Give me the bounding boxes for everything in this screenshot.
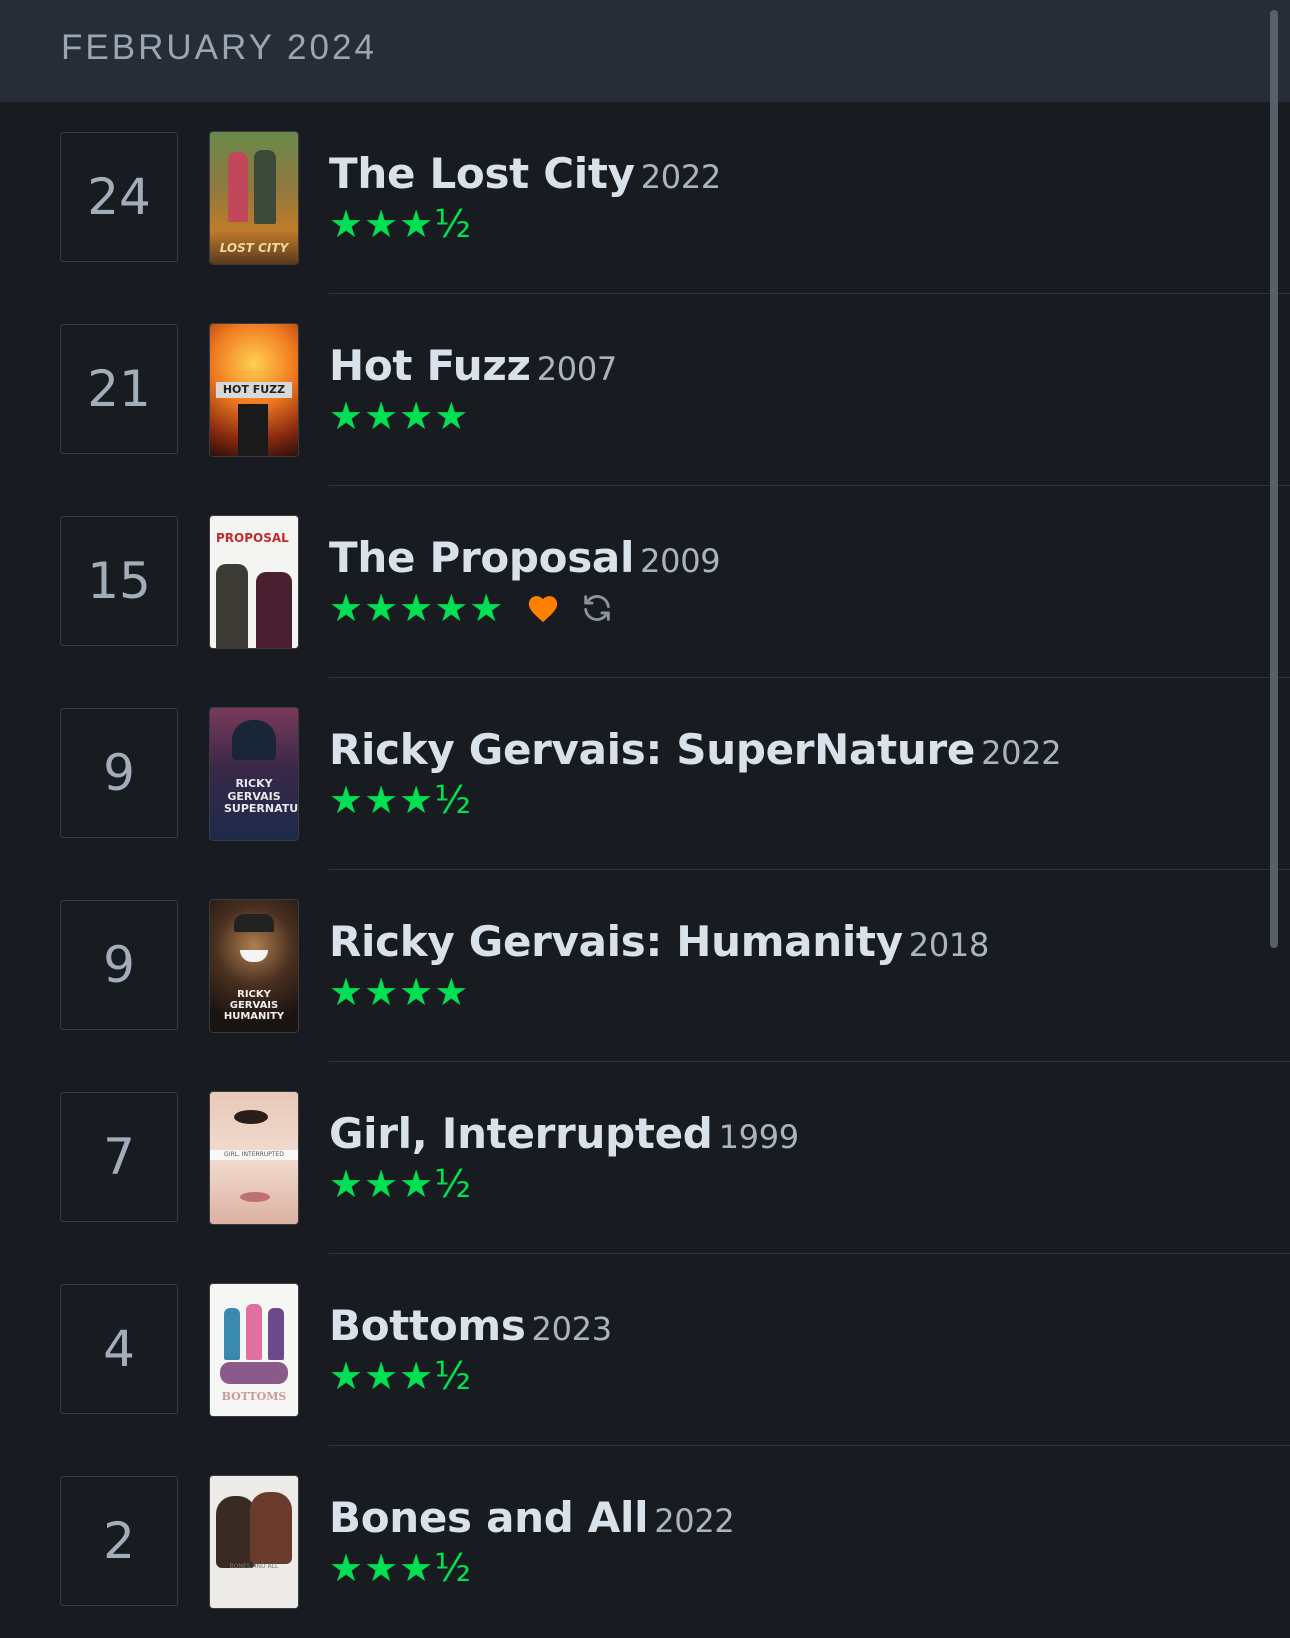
- film-year[interactable]: 1999: [719, 1118, 800, 1156]
- diary-entry[interactable]: 24 LOST CITY The Lost City 2022 ★★★½: [0, 102, 1290, 294]
- movie-poster[interactable]: GIRL, INTERRUPTED: [210, 1092, 298, 1224]
- heart-icon[interactable]: [526, 592, 560, 624]
- diary-entry[interactable]: 7 GIRL, INTERRUPTED Girl, Interrupted 199…: [0, 1062, 1290, 1254]
- film-year[interactable]: 2022: [654, 1502, 735, 1540]
- diary-entry[interactable]: 21 HOT FUZZ Hot Fuzz 2007 ★★★★: [0, 294, 1290, 486]
- poster-title: HOT FUZZ: [222, 383, 286, 396]
- scrollbar-thumb[interactable]: [1270, 10, 1278, 948]
- film-title-row: Bones and All 2022: [329, 1493, 1270, 1542]
- diary-entry[interactable]: 15 PROPOSAL The Proposal 2009 ★★★★★: [0, 486, 1290, 678]
- film-title-row: Ricky Gervais: SuperNature 2022: [329, 725, 1270, 774]
- film-year[interactable]: 2022: [981, 734, 1062, 772]
- film-title[interactable]: Girl, Interrupted: [329, 1109, 713, 1158]
- diary-list: 24 LOST CITY The Lost City 2022 ★★★½ 21 H…: [0, 102, 1290, 1638]
- star-rating: ★★★½: [329, 202, 473, 247]
- movie-poster[interactable]: RICKY GERVAIS HUMANITY: [210, 900, 298, 1032]
- movie-poster[interactable]: LOST CITY: [210, 132, 298, 264]
- poster-title: RICKY GERVAIS SUPERNATURE: [224, 777, 298, 816]
- film-title[interactable]: Bottoms: [329, 1301, 526, 1350]
- film-title[interactable]: Hot Fuzz: [329, 341, 531, 390]
- rewatch-icon[interactable]: [580, 591, 614, 625]
- film-title-row: Girl, Interrupted 1999: [329, 1109, 1270, 1158]
- film-title-row: Bottoms 2023: [329, 1301, 1270, 1350]
- day-number[interactable]: 9: [60, 708, 178, 838]
- film-title-row: Hot Fuzz 2007: [329, 341, 1270, 390]
- film-title-row: The Lost City 2022: [329, 149, 1270, 198]
- film-title[interactable]: The Lost City: [329, 149, 635, 198]
- day-number[interactable]: 2: [60, 1476, 178, 1606]
- day-number[interactable]: 9: [60, 900, 178, 1030]
- star-rating: ★★★½: [329, 1354, 473, 1399]
- film-year[interactable]: 2022: [641, 158, 722, 196]
- movie-poster[interactable]: HOT FUZZ: [210, 324, 298, 456]
- poster-title: LOST CITY: [219, 241, 289, 255]
- month-header: FEBRUARY 2024: [0, 0, 1290, 102]
- poster-title: GIRL, INTERRUPTED: [224, 1151, 284, 1158]
- poster-title: PROPOSAL: [216, 531, 289, 545]
- film-year[interactable]: 2018: [909, 926, 990, 964]
- film-title[interactable]: Ricky Gervais: SuperNature: [329, 725, 975, 774]
- film-year[interactable]: 2009: [640, 542, 721, 580]
- poster-title: BONES AND ALL: [229, 1563, 279, 1570]
- film-title[interactable]: Ricky Gervais: Humanity: [329, 917, 903, 966]
- film-year[interactable]: 2023: [532, 1310, 613, 1348]
- movie-poster[interactable]: BONES AND ALL: [210, 1476, 298, 1608]
- day-number[interactable]: 21: [60, 324, 178, 454]
- diary-entry[interactable]: 9 RICKY GERVAIS HUMANITY Ricky Gervais: …: [0, 870, 1290, 1062]
- star-rating: ★★★★★: [329, 586, 505, 631]
- diary-entry[interactable]: 4 BOTTOMS Bottoms 2023 ★★★½: [0, 1254, 1290, 1446]
- day-number[interactable]: 24: [60, 132, 178, 262]
- star-rating: ★★★½: [329, 778, 473, 823]
- star-rating: ★★★★: [329, 394, 470, 439]
- film-title-row: The Proposal 2009: [329, 533, 1270, 582]
- film-title[interactable]: The Proposal: [329, 533, 634, 582]
- movie-poster[interactable]: RICKY GERVAIS SUPERNATURE: [210, 708, 298, 840]
- diary-entry[interactable]: 2 BONES AND ALL Bones and All 2022 ★★★½: [0, 1446, 1290, 1638]
- poster-title: RICKY GERVAIS HUMANITY: [223, 989, 285, 1022]
- film-title[interactable]: Bones and All: [329, 1493, 649, 1542]
- film-year[interactable]: 2007: [537, 350, 618, 388]
- movie-poster[interactable]: BOTTOMS: [210, 1284, 298, 1416]
- month-title: FEBRUARY 2024: [61, 28, 377, 67]
- star-rating: ★★★½: [329, 1162, 473, 1207]
- star-rating: ★★★½: [329, 1546, 473, 1591]
- diary-entry[interactable]: 9 RICKY GERVAIS SUPERNATURE Ricky Gervai…: [0, 678, 1290, 870]
- star-rating: ★★★★: [329, 970, 470, 1015]
- movie-poster[interactable]: PROPOSAL: [210, 516, 298, 648]
- day-number[interactable]: 4: [60, 1284, 178, 1414]
- day-number[interactable]: 7: [60, 1092, 178, 1222]
- film-title-row: Ricky Gervais: Humanity 2018: [329, 917, 1270, 966]
- day-number[interactable]: 15: [60, 516, 178, 646]
- poster-title: BOTTOMS: [221, 1390, 287, 1403]
